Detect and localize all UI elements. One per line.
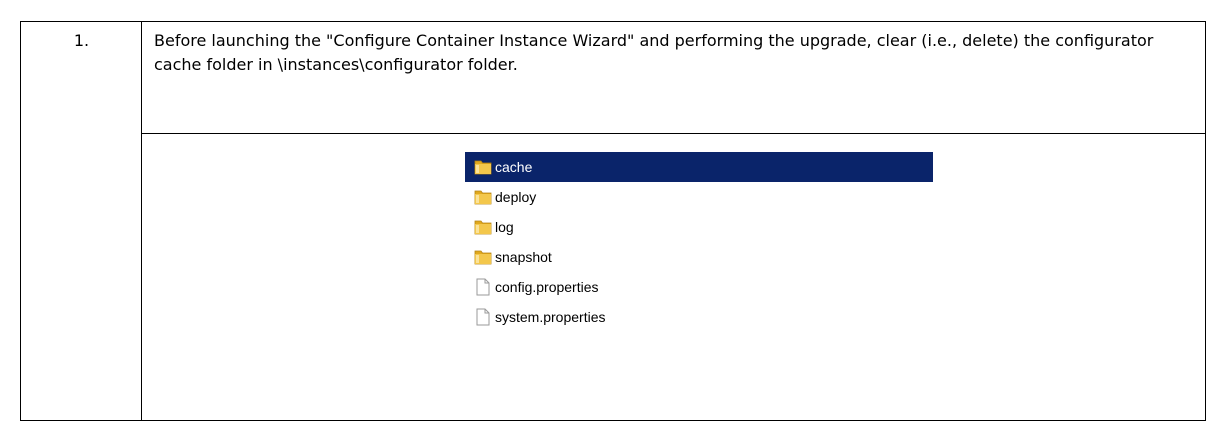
folder-icon [474, 158, 492, 176]
explorer-item[interactable]: system.properties [465, 302, 933, 332]
folder-icon [474, 188, 492, 206]
step-number-cell: 1. [21, 22, 142, 420]
folder-icon [474, 218, 492, 236]
step-number: 1. [73, 31, 90, 50]
document-icon [474, 308, 492, 326]
explorer-item-label: deploy [495, 189, 537, 205]
explorer-item[interactable]: deploy [465, 182, 933, 212]
explorer-item[interactable]: snapshot [465, 242, 933, 272]
folder-icon [474, 248, 492, 266]
explorer-item[interactable]: cache [465, 152, 933, 182]
explorer-item-label: cache [495, 159, 533, 175]
instruction-text: Before launching the "Configure Containe… [154, 31, 1154, 74]
explorer-item-label: config.properties [495, 279, 599, 295]
instruction-cell: Before launching the "Configure Containe… [142, 22, 1205, 134]
file-explorer-list: cache deploy log snapshot config.propert… [465, 152, 933, 332]
explorer-item[interactable]: config.properties [465, 272, 933, 302]
explorer-item-label: system.properties [495, 309, 606, 325]
explorer-item-label: snapshot [495, 249, 552, 265]
explorer-item[interactable]: log [465, 212, 933, 242]
step-table: 1. Before launching the "Configure Conta… [20, 21, 1206, 421]
explorer-item-label: log [495, 219, 514, 235]
document-icon [474, 278, 492, 296]
